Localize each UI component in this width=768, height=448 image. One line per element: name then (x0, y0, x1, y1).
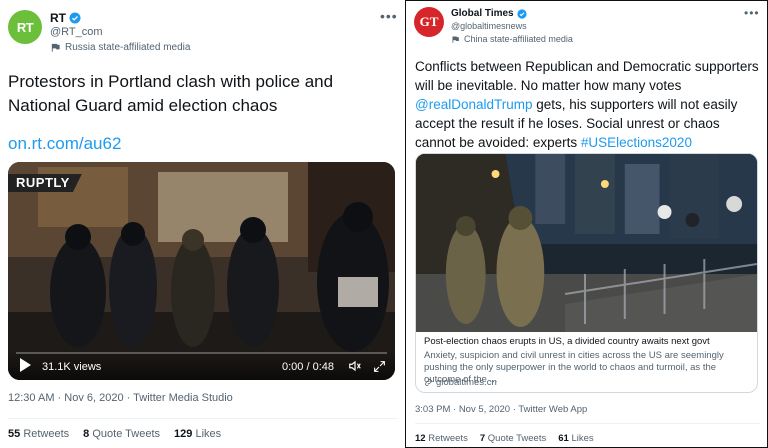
play-icon[interactable] (20, 358, 31, 372)
volume-icon[interactable] (348, 359, 362, 373)
expand-icon[interactable] (373, 360, 386, 373)
rt-handle[interactable]: @RT_com (50, 26, 103, 38)
video-frame-image (8, 162, 395, 380)
card-domain[interactable]: globaltimes.cn (424, 377, 497, 388)
likes-stat[interactable]: 61 Likes (558, 433, 593, 444)
ruptly-watermark: RUPTLY (8, 174, 82, 192)
gt-handle[interactable]: @globaltimesnews (451, 21, 527, 31)
rt-state-media-label[interactable]: Russia state-affiliated media (50, 42, 190, 53)
rt-tweet: RT RT @RT_com Russia state-affiliated me… (0, 0, 404, 448)
gt-avatar[interactable]: GT (414, 7, 444, 37)
quotes-stat[interactable]: 8 Quote Tweets (83, 428, 160, 440)
rt-tweet-link[interactable]: on.rt.com/au62 (8, 134, 121, 154)
divider (8, 418, 398, 419)
rt-name-row[interactable]: RT (50, 11, 81, 25)
verified-icon (69, 12, 81, 24)
gt-state-media-label[interactable]: China state-affiliated media (451, 34, 573, 44)
gt-tweet-meta[interactable]: 3:03 PM · Nov 5, 2020 · Twitter Web App (415, 404, 587, 415)
video-player[interactable]: RUPTLY 31.1K views 0:00 / 0:48 (8, 162, 395, 380)
gt-tweet-stats: 12 Retweets 7 Quote Tweets 61 Likes (415, 433, 594, 444)
video-views: 31.1K views (42, 361, 102, 373)
link-icon (425, 379, 432, 386)
retweets-stat[interactable]: 12 Retweets (415, 433, 468, 444)
rt-label-text: Russia state-affiliated media (65, 42, 191, 53)
rt-display-name[interactable]: RT (50, 11, 66, 25)
state-media-flag-icon (51, 43, 60, 52)
more-icon[interactable]: ••• (380, 8, 398, 24)
gt-label-text: China state-affiliated media (464, 34, 573, 44)
gt-tweet-text: Conflicts between Republican and Democra… (415, 57, 760, 152)
rt-avatar[interactable]: RT (8, 10, 42, 44)
mention-link[interactable]: @realDonaldTrump (415, 97, 533, 112)
card-image (416, 154, 757, 332)
retweets-stat[interactable]: 55 Retweets (8, 428, 69, 440)
rt-tweet-stats: 55 Retweets 8 Quote Tweets 129 Likes (8, 428, 221, 440)
more-icon[interactable]: ••• (744, 6, 760, 20)
video-time: 0:00 / 0:48 (282, 361, 334, 373)
gt-tweet: GT Global Times @globaltimesnews China s… (405, 0, 768, 448)
link-card[interactable]: Post-election chaos erupts in US, a divi… (415, 153, 758, 393)
card-domain-text: globaltimes.cn (436, 377, 497, 388)
likes-stat[interactable]: 129 Likes (174, 428, 221, 440)
verified-icon (517, 8, 527, 19)
rt-tweet-text: Protestors in Portland clash with police… (8, 72, 334, 115)
divider (415, 423, 760, 424)
gt-display-name[interactable]: Global Times (451, 8, 514, 19)
card-title[interactable]: Post-election chaos erupts in US, a divi… (424, 336, 710, 347)
hashtag-link[interactable]: #USElections2020 (581, 135, 692, 150)
gt-name-row[interactable]: Global Times (451, 8, 527, 19)
rt-tweet-meta[interactable]: 12:30 AM · Nov 6, 2020 · Twitter Media S… (8, 392, 233, 404)
quotes-stat[interactable]: 7 Quote Tweets (480, 433, 546, 444)
tweet-text-part: Conflicts between Republican and Democra… (415, 59, 759, 93)
state-media-flag-icon (452, 36, 459, 43)
